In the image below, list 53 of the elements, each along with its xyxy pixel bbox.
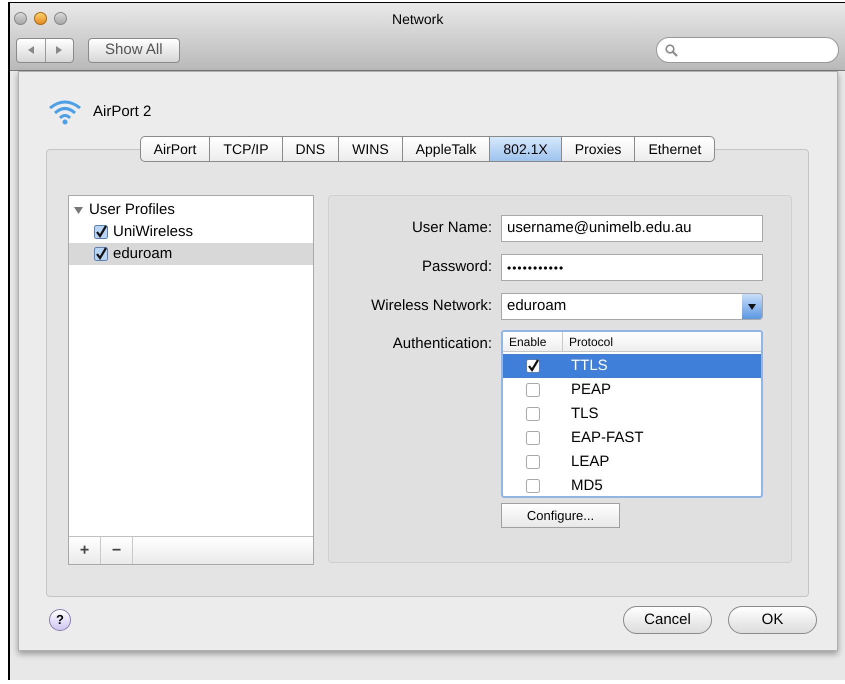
forward-arrow-icon[interactable] [54,45,64,55]
profiles-header: User Profiles [89,200,175,220]
protocol-row[interactable]: EAP-FAST [503,426,761,450]
tab[interactable]: Ethernet [634,136,716,162]
protocol-row[interactable]: LEAP [503,450,761,474]
tab[interactable]: DNS [282,136,338,162]
profile-row[interactable]: eduroam [69,243,313,265]
username-field[interactable]: username@unimelb.edu.au [501,215,763,242]
tab[interactable]: WINS [338,136,402,162]
add-button[interactable]: + [69,537,101,564]
checkbox[interactable] [526,383,540,397]
column-header[interactable]: Enable [503,332,563,351]
checkbox[interactable] [526,455,540,469]
authentication-label: Authentication: [392,334,493,354]
tab[interactable]: AirPort [140,136,210,162]
checkbox[interactable] [526,407,540,421]
tab[interactable]: TCP/IP [209,136,282,162]
search-field[interactable] [656,37,839,63]
password-field[interactable]: ••••••••••• [501,254,763,281]
tab[interactable]: AppleTalk [402,136,490,162]
help-button[interactable]: ? [49,609,71,631]
profile-row[interactable]: UniWireless [69,221,313,243]
back-arrow-icon[interactable] [26,45,36,55]
back-forward-control[interactable] [16,38,74,62]
close-button[interactable] [14,12,27,24]
checkbox[interactable] [526,431,540,445]
field-label: Password: [420,257,493,278]
protocol-row[interactable]: TTLS [503,354,761,378]
search-icon [665,44,678,56]
checked-checkbox[interactable] [94,247,108,261]
window-title: Network [392,10,444,29]
minimize-button[interactable] [34,12,47,24]
cancel-button[interactable]: Cancel [623,606,712,634]
wifi-icon [48,99,82,125]
protocol-row[interactable]: MD5 [503,474,761,498]
remove-button[interactable]: − [101,537,133,564]
tab[interactable]: Proxies [560,136,634,162]
zoom-button[interactable] [54,12,67,24]
column-header[interactable]: Protocol [563,332,614,351]
service-name: AirPort 2 [93,102,152,122]
checkbox[interactable] [526,479,540,493]
field-label: Wireless Network: [370,296,493,316]
checked-checkbox[interactable] [526,359,540,373]
show-all-button[interactable]: Show All [88,38,180,62]
field-label: User Name: [410,218,493,238]
configure-button[interactable]: Configure... [501,503,620,528]
tab[interactable]: 802.1X [489,136,561,162]
checked-checkbox[interactable] [94,225,108,239]
ok-button[interactable]: OK [728,606,817,634]
protocol-row[interactable]: TLS [503,402,761,426]
protocol-row[interactable]: PEAP [503,378,761,402]
network-popup[interactable]: eduroam [501,293,763,320]
disclosure-triangle-icon[interactable] [74,206,83,214]
